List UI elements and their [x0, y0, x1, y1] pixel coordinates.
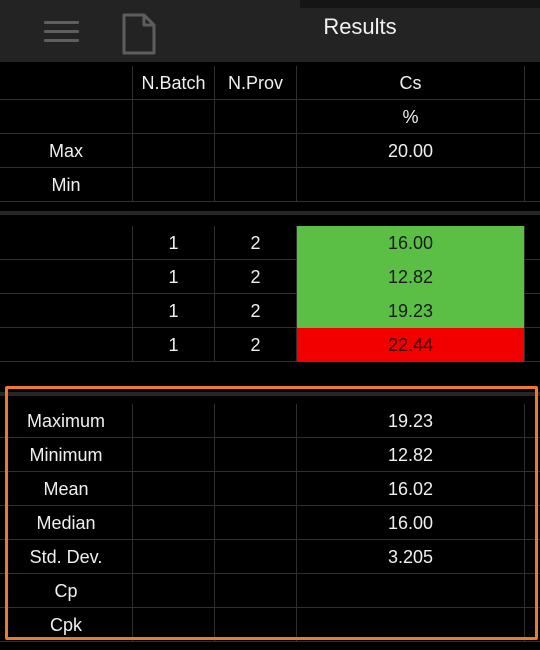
stat-label: Cp — [54, 581, 78, 601]
stats-row: Maximum 19.23 — [0, 404, 540, 438]
stat-label: Median — [36, 513, 96, 533]
prov-cell: 2 — [214, 294, 296, 328]
header-cell-blank — [0, 66, 132, 100]
hamburger-menu-icon[interactable] — [42, 18, 82, 46]
header-cell-cs: Cs — [296, 66, 524, 100]
stats-row: Minimum 12.82 — [0, 438, 540, 472]
stat-value — [296, 574, 524, 608]
prov-cell: 2 — [214, 328, 296, 362]
stats-table: Maximum 19.23 Minimum 12.82 Mean 16.02 M… — [0, 404, 540, 642]
batch-cell: 1 — [132, 294, 214, 328]
table-row[interactable]: 1 2 22.44 — [0, 328, 540, 362]
batch-cell: 1 — [132, 328, 214, 362]
header-row: N.Batch N.Prov Cs — [0, 66, 540, 100]
stats-row: Mean 16.02 — [0, 472, 540, 506]
table-row[interactable]: 1 2 16.00 — [0, 226, 540, 260]
stat-label: Cpk — [49, 615, 82, 635]
header-notch — [300, 0, 540, 8]
section-divider — [0, 211, 540, 215]
max-row: Max 20.00 — [0, 134, 540, 168]
batch-cell: 1 — [132, 226, 214, 260]
cs-value-ok[interactable]: 19.23 — [296, 294, 524, 328]
stat-label: Minimum — [29, 445, 103, 465]
stats-row: Cp — [0, 574, 540, 608]
spec-table: N.Batch N.Prov Cs % Max 20.00 Min — [0, 66, 540, 202]
stat-value: 16.00 — [296, 506, 524, 540]
app-header: Results — [0, 0, 540, 62]
stats-row: Cpk — [0, 608, 540, 642]
results-table: 1 2 16.00 1 2 12.82 1 2 19.23 1 2 22.44 — [0, 226, 540, 362]
unit-cell: % — [296, 100, 524, 134]
min-label: Min — [51, 175, 81, 195]
stat-value: 3.205 — [296, 540, 524, 574]
stats-row: Std. Dev. 3.205 — [0, 540, 540, 574]
stat-label: Maximum — [26, 411, 105, 431]
prov-cell: 2 — [214, 260, 296, 294]
cs-value-out-of-spec[interactable]: 22.44 — [296, 328, 524, 362]
stat-value: 19.23 — [296, 404, 524, 438]
max-value[interactable]: 20.00 — [296, 134, 524, 168]
min-value[interactable] — [296, 168, 524, 202]
header-cell-spacer — [524, 66, 540, 100]
stats-row: Median 16.00 — [0, 506, 540, 540]
stat-value — [296, 608, 524, 642]
page-title: Results — [323, 14, 397, 39]
table-row[interactable]: 1 2 19.23 — [0, 294, 540, 328]
stat-value: 12.82 — [296, 438, 524, 472]
min-row: Min — [0, 168, 540, 202]
header-cell-prov: N.Prov — [214, 66, 296, 100]
table-row[interactable]: 1 2 12.82 — [0, 260, 540, 294]
stat-value: 16.02 — [296, 472, 524, 506]
cs-value-ok[interactable]: 16.00 — [296, 226, 524, 260]
section-divider — [0, 392, 540, 396]
document-icon[interactable] — [120, 13, 158, 55]
prov-cell: 2 — [214, 226, 296, 260]
max-label: Max — [48, 141, 83, 161]
header-cell-batch: N.Batch — [132, 66, 214, 100]
cs-value-ok[interactable]: 12.82 — [296, 260, 524, 294]
stat-label: Std. Dev. — [29, 547, 103, 567]
batch-cell: 1 — [132, 260, 214, 294]
unit-row: % — [0, 100, 540, 134]
stat-label: Mean — [43, 479, 89, 499]
